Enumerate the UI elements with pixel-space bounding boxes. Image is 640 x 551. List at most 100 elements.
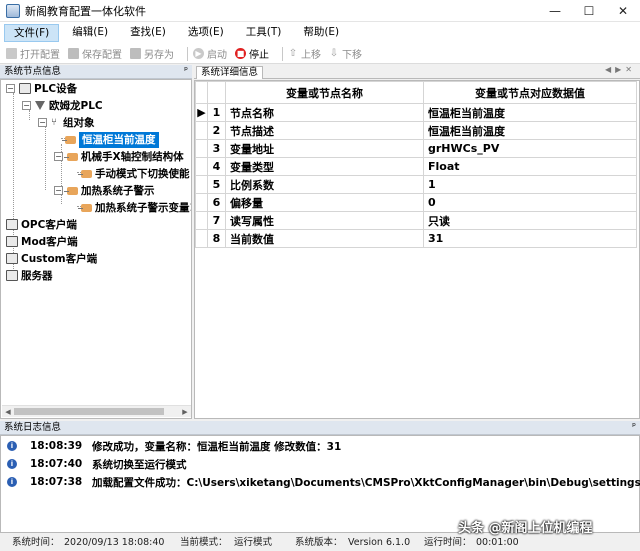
tree-horizontal-scrollbar[interactable]: ◀ ▶ xyxy=(2,405,191,417)
save-as-icon xyxy=(130,48,141,59)
table-row[interactable]: 8 当前数值 31 xyxy=(195,229,637,248)
close-button[interactable]: ✕ xyxy=(606,0,640,22)
minimize-button[interactable]: — xyxy=(538,0,572,22)
title-bar: 新阁教育配置一体化软件 — ☐ ✕ xyxy=(0,0,640,22)
detail-table: 变量或节点名称 变量或节点对应数据值 ▶ 1 节点名称 恒温柜当前温度 2 节点… xyxy=(195,81,637,248)
collapse-icon[interactable]: − xyxy=(54,186,63,195)
menu-options[interactable]: 选项(E) xyxy=(179,24,233,42)
current-row-icon: ▶ xyxy=(195,103,208,122)
detail-grid[interactable]: 变量或节点名称 变量或节点对应数据值 ▶ 1 节点名称 恒温柜当前温度 2 节点… xyxy=(194,80,640,419)
status-version-label: 系统版本： xyxy=(295,537,343,548)
tree-node-custom[interactable]: Custom客户端 xyxy=(6,250,97,267)
info-icon: i xyxy=(7,477,17,487)
variable-icon xyxy=(78,203,92,212)
server-icon xyxy=(6,270,18,281)
stop-button[interactable]: ■ 停止 xyxy=(235,46,269,61)
tree-node-server[interactable]: 服务器 xyxy=(6,267,53,284)
toolbar: 打开配置 保存配置 另存为 ▶ 启动 ■ 停止 ⇧ 上移 ⇩ 下移 xyxy=(0,44,640,64)
tree-connector xyxy=(45,127,46,190)
struct-icon xyxy=(64,152,78,161)
menu-file[interactable]: 文件(F) xyxy=(4,24,60,42)
log-item[interactable]: i 18:07:38 加载配置文件成功：C:\Users\xiketang\Do… xyxy=(1,473,640,491)
tree-node-heat[interactable]: − 加热系统子警示 xyxy=(54,182,155,199)
save-as-button[interactable]: 另存为 xyxy=(130,46,174,61)
move-down-button[interactable]: ⇩ 下移 xyxy=(329,46,362,61)
collapse-icon[interactable]: − xyxy=(22,101,31,110)
play-icon: ▶ xyxy=(193,48,204,59)
log-item[interactable]: i 18:08:39 修改成功，变量名称：恒温柜当前温度 修改数值：31 xyxy=(1,437,341,455)
status-mode-label: 当前模式： xyxy=(180,537,228,548)
start-button[interactable]: ▶ 启动 xyxy=(193,46,227,61)
tree-node-mod[interactable]: Mod客户端 xyxy=(6,233,78,250)
maximize-button[interactable]: ☐ xyxy=(572,0,606,22)
pin-icon[interactable]: ᵖ xyxy=(632,421,636,434)
arrow-down-icon: ⇩ xyxy=(329,48,339,59)
collapse-icon[interactable]: − xyxy=(54,152,63,161)
status-bar: 系统时间： 2020/09/13 18:08:40 当前模式： 运行模式 系统版… xyxy=(0,535,640,551)
move-up-button[interactable]: ⇧ 上移 xyxy=(288,46,321,61)
tree-node-plc[interactable]: − PLC设备 xyxy=(6,80,77,97)
row-indicator-header xyxy=(195,81,208,104)
log-item[interactable]: i 18:07:40 系统切换至运行模式 xyxy=(1,455,187,473)
status-runtime-label: 运行时间： xyxy=(424,537,472,548)
detail-tabbar: 系统详细信息 ◀▶✕ xyxy=(194,65,640,79)
tree-node-mech[interactable]: − 机械手X轴控制结构体 xyxy=(54,148,184,165)
status-version: Version 6.1.0 xyxy=(348,537,411,548)
arrow-up-icon: ⇧ xyxy=(288,48,298,59)
tab-system-detail[interactable]: 系统详细信息 xyxy=(196,66,264,79)
tree-node-heat-child[interactable]: 加热系统子警示变量1 xyxy=(78,199,191,216)
variable-icon xyxy=(62,135,76,144)
status-time-label: 系统时间： xyxy=(12,537,60,548)
menu-find[interactable]: 查找(E) xyxy=(121,24,175,42)
table-row[interactable]: 6 偏移量 0 xyxy=(195,193,637,212)
plc-icon xyxy=(35,101,45,110)
tree-node-variable-selected[interactable]: 恒温柜当前温度 xyxy=(62,131,159,148)
open-config-button[interactable]: 打开配置 xyxy=(6,46,60,61)
status-mode: 运行模式 xyxy=(234,537,273,548)
group-icon: ⑂ xyxy=(51,117,57,128)
save-config-button[interactable]: 保存配置 xyxy=(68,46,122,61)
tree-node-opc[interactable]: OPC客户端 xyxy=(6,216,77,233)
status-runtime: 00:01:00 xyxy=(476,537,519,548)
menu-help[interactable]: 帮助(E) xyxy=(294,24,348,42)
toolbar-separator xyxy=(282,46,283,61)
variable-icon xyxy=(78,169,92,178)
status-time: 2020/09/13 18:08:40 xyxy=(64,537,165,548)
column-header-value[interactable]: 变量或节点对应数据值 xyxy=(423,81,637,104)
tab-controls[interactable]: ◀▶✕ xyxy=(605,65,636,74)
window-title: 新阁教育配置一体化软件 xyxy=(25,4,146,18)
pin-icon[interactable]: ᵖ xyxy=(184,65,188,78)
stop-icon: ■ xyxy=(235,48,246,59)
tree-panel-header: 系统节点信息 ᵖ xyxy=(0,65,192,79)
device-icon xyxy=(6,253,18,264)
collapse-icon[interactable]: − xyxy=(38,118,47,127)
table-row[interactable]: 4 变量类型 Float xyxy=(195,157,637,176)
log-panel-header: 系统日志信息 ᵖ xyxy=(0,421,640,435)
folder-icon xyxy=(6,48,17,59)
table-row[interactable]: ▶ 1 节点名称 恒温柜当前温度 xyxy=(195,103,637,122)
node-tree[interactable]: − PLC设备 − 欧姆龙PLC − ⑂ 组对象 恒温柜当前温度 − 机械手X轴… xyxy=(0,79,192,419)
table-row[interactable]: 2 节点描述 恒温柜当前温度 xyxy=(195,121,637,140)
info-icon: i xyxy=(7,459,17,469)
tree-node-mech-child[interactable]: 手动模式下切换使能 xyxy=(78,165,190,182)
info-icon: i xyxy=(7,441,17,451)
scroll-thumb[interactable] xyxy=(14,408,164,415)
tree-node-group[interactable]: − ⑂ 组对象 xyxy=(38,114,95,131)
row-number-header xyxy=(207,81,226,104)
save-icon xyxy=(68,48,79,59)
header-row: 变量或节点名称 变量或节点对应数据值 xyxy=(195,81,637,104)
device-icon xyxy=(6,236,18,247)
watermark: 头条 @新阁上位机编程 xyxy=(458,521,593,536)
collapse-icon[interactable]: − xyxy=(6,84,15,93)
menu-tools[interactable]: 工具(T) xyxy=(237,24,291,42)
scroll-left-icon[interactable]: ◀ xyxy=(2,406,14,418)
tree-node-omron[interactable]: − 欧姆龙PLC xyxy=(22,97,103,114)
table-row[interactable]: 3 变量地址 grHWCs_PV xyxy=(195,139,637,158)
device-icon xyxy=(6,219,18,230)
menu-edit[interactable]: 编辑(E) xyxy=(63,24,117,42)
table-row[interactable]: 7 读写属性 只读 xyxy=(195,211,637,230)
scroll-right-icon[interactable]: ▶ xyxy=(179,406,191,418)
table-row[interactable]: 5 比例系数 1 xyxy=(195,175,637,194)
struct-icon xyxy=(64,186,78,195)
column-header-name[interactable]: 变量或节点名称 xyxy=(225,81,424,104)
